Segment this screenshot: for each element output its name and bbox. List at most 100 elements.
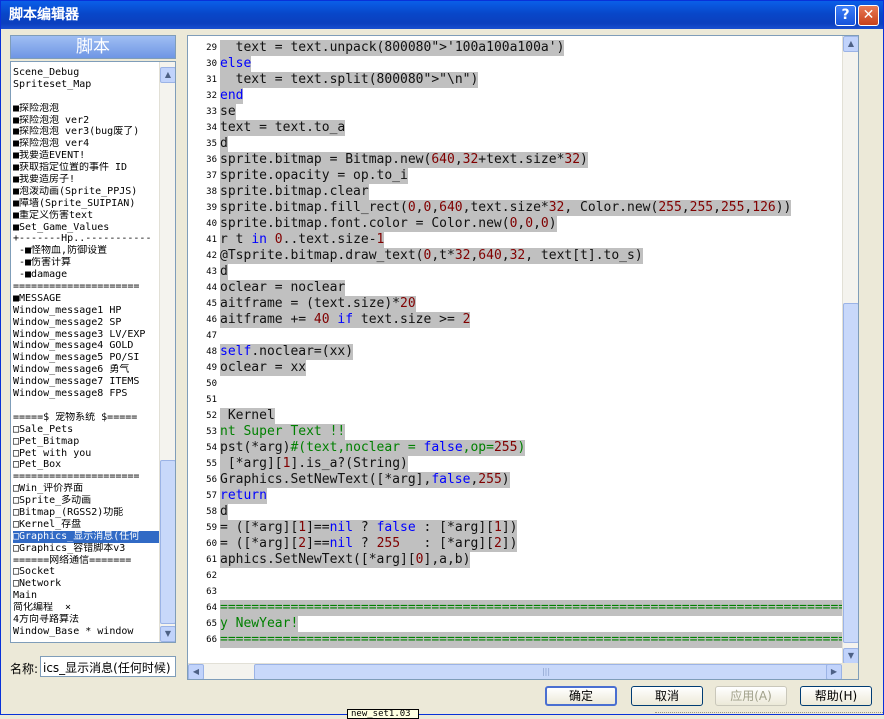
- code-line[interactable]: d: [220, 504, 228, 520]
- code-line[interactable]: d: [220, 264, 228, 280]
- list-item[interactable]: [13, 400, 161, 412]
- list-item[interactable]: ■探险泡泡 ver3(bug废了): [13, 126, 161, 138]
- code-line[interactable]: else: [220, 56, 252, 72]
- list-item[interactable]: □Graphics_显示消息(任何: [13, 530, 161, 543]
- list-item[interactable]: ■获取指定位置的事件 ID: [13, 162, 161, 174]
- code-line[interactable]: end: [220, 88, 244, 104]
- code-line[interactable]: Kernel: [220, 408, 275, 424]
- code-line[interactable]: y NewYear!: [220, 616, 299, 632]
- list-item[interactable]: ■泡泼动画(Sprite_PPJS): [13, 186, 161, 198]
- code-line[interactable]: pst(*arg)#(text,noclear = false,op=255): [220, 440, 526, 456]
- list-item[interactable]: Window_message4 GOLD: [13, 340, 161, 352]
- list-item[interactable]: Window_message6 勇气: [13, 364, 161, 376]
- help-title-button[interactable]: ?: [835, 5, 856, 26]
- list-item[interactable]: ■探险泡泡 ver4: [13, 138, 161, 150]
- code-line[interactable]: self.noclear=(xx): [220, 344, 354, 360]
- list-item[interactable]: □Pet_Box: [13, 459, 161, 471]
- list-item[interactable]: Window_message2 SP: [13, 317, 161, 329]
- list-item[interactable]: ■MESSAGE: [13, 293, 161, 305]
- list-item[interactable]: 4方向寻路算法: [13, 614, 161, 626]
- list-item[interactable]: □Socket: [13, 566, 161, 578]
- code-editor[interactable]: 29 30 31 32 33 34 35 36 37 38 39 40 41 42 43 44 45 46 47 48…: [187, 35, 859, 680]
- code-line[interactable]: return: [220, 488, 267, 504]
- list-item[interactable]: □Sprite_多动画: [13, 495, 161, 507]
- list-item[interactable]: Window_Base * window: [13, 626, 161, 638]
- list-item[interactable]: Spriteset_Map: [13, 79, 161, 91]
- list-item[interactable]: □Win_评价界面: [13, 483, 161, 495]
- list-item[interactable]: □Graphics_容错脚本v3: [13, 543, 161, 555]
- list-item[interactable]: -■伤害计算: [13, 257, 161, 269]
- title-bar[interactable]: 脚本编辑器 ? ✕: [1, 1, 883, 29]
- code-line[interactable]: sprite.bitmap.font.color = Color.new(0,0…: [220, 216, 557, 232]
- editor-hscroll-thumb[interactable]: |||: [254, 664, 838, 679]
- code-area[interactable]: text = text.unpack(800080">'100a100a100a…: [220, 36, 842, 664]
- apply-button[interactable]: 应用(A): [715, 686, 787, 706]
- list-item[interactable]: =====================: [13, 281, 161, 293]
- list-item[interactable]: Window_message7 ITEMS: [13, 376, 161, 388]
- list-item[interactable]: Window_message3 LV/EXP: [13, 329, 161, 341]
- code-line[interactable]: ========================================…: [220, 632, 842, 648]
- list-item[interactable]: □Pet_Bitmap: [13, 436, 161, 448]
- script-name-input[interactable]: ics_显示消息(任何时候): [40, 656, 176, 677]
- list-item[interactable]: =====================: [13, 471, 161, 483]
- code-line[interactable]: sprite.bitmap.clear: [220, 184, 369, 200]
- list-item[interactable]: [13, 91, 161, 103]
- editor-vertical-scrollbar[interactable]: ▲ ▼: [842, 36, 858, 664]
- code-line[interactable]: [*arg][1].is_a?(String): [220, 456, 408, 472]
- code-line[interactable]: ========================================…: [220, 600, 842, 616]
- close-icon[interactable]: ✕: [858, 5, 879, 26]
- code-line[interactable]: aphics.SetNewText([*arg][0],a,b): [220, 552, 471, 568]
- list-item[interactable]: -■damage: [13, 269, 161, 281]
- scroll-right-icon[interactable]: ▶: [826, 664, 842, 679]
- list-item[interactable]: ======网络通信=======: [13, 555, 161, 567]
- help-button[interactable]: 帮助(H): [800, 686, 872, 706]
- code-line[interactable]: d: [220, 136, 228, 152]
- list-item[interactable]: ■我要造EVENT!: [13, 150, 161, 162]
- code-line[interactable]: sprite.opacity = op.to_i: [220, 168, 408, 184]
- cancel-button[interactable]: 取消: [631, 686, 703, 706]
- list-item[interactable]: ■障墙(Sprite_SUIPIAN): [13, 198, 161, 210]
- code-line[interactable]: aitframe += 40 if text.size >= 2: [220, 312, 471, 328]
- code-line[interactable]: nt Super Text !!: [220, 424, 346, 440]
- list-item[interactable]: □Kernel_存盘: [13, 519, 161, 531]
- ok-button[interactable]: 确定: [545, 686, 617, 706]
- editor-horizontal-scrollbar[interactable]: ◀ ||| ▶: [188, 663, 842, 679]
- list-item[interactable]: □Bitmap_(RGSS2)功能: [13, 507, 161, 519]
- list-item[interactable]: □Pet with you: [13, 448, 161, 460]
- code-line[interactable]: Graphics.SetNewText([*arg],false,255): [220, 472, 510, 488]
- code-line[interactable]: text = text.unpack(800080">'100a100a100a…: [220, 40, 565, 56]
- script-list-scroll-thumb[interactable]: [160, 460, 175, 624]
- list-item[interactable]: -■怪物血,防御设置: [13, 245, 161, 257]
- code-line[interactable]: se: [220, 104, 236, 120]
- scroll-left-icon[interactable]: ◀: [188, 664, 204, 679]
- list-item[interactable]: Window_message5 PO/SI: [13, 352, 161, 364]
- script-list[interactable]: Scene_Debug Spriteset_Map ■探险泡泡 ■探险泡泡 ver2 ■…: [10, 61, 176, 643]
- code-line[interactable]: text = text.split(800080">"\n"): [220, 72, 479, 88]
- script-list-scrollbar[interactable]: ▲ ▼: [159, 62, 175, 642]
- list-item[interactable]: 简化编程 ×: [13, 602, 161, 614]
- scroll-down-icon[interactable]: ▼: [160, 626, 175, 642]
- code-line[interactable]: sprite.bitmap = Bitmap.new(640,32+text.s…: [220, 152, 588, 168]
- list-item[interactable]: Main: [13, 590, 161, 602]
- list-item[interactable]: □Network: [13, 578, 161, 590]
- editor-scroll-thumb[interactable]: [843, 303, 858, 643]
- editor-scroll-down-icon[interactable]: ▼: [843, 648, 858, 664]
- list-item[interactable]: Scene_Debug: [13, 67, 161, 79]
- list-item[interactable]: Window_message1 HP: [13, 305, 161, 317]
- list-item[interactable]: ■重定义伤害text: [13, 210, 161, 222]
- code-line[interactable]: r t in 0..text.size-1: [220, 232, 385, 248]
- code-line[interactable]: aitframe = (text.size)*20: [220, 296, 416, 312]
- list-item[interactable]: =====$ 宠物系统 $=====: [13, 412, 161, 424]
- code-line[interactable]: oclear = xx: [220, 360, 307, 376]
- list-item[interactable]: ■探险泡泡 ver2: [13, 115, 161, 127]
- list-item[interactable]: ■探险泡泡: [13, 103, 161, 115]
- code-line[interactable]: @Tsprite.bitmap.draw_text(0,t*32,640,32,…: [220, 248, 643, 264]
- code-line[interactable]: oclear = noclear: [220, 280, 346, 296]
- list-item[interactable]: ■我要造房子!: [13, 174, 161, 186]
- scroll-up-icon[interactable]: ▲: [160, 67, 175, 83]
- code-line[interactable]: text = text.to_a: [220, 120, 346, 136]
- list-item[interactable]: +-------Hp..-----------: [13, 233, 161, 245]
- code-line[interactable]: = ([*arg][1]==nil ? false : [*arg][1]): [220, 520, 518, 536]
- code-line[interactable]: sprite.bitmap.fill_rect(0,0,640,text.siz…: [220, 200, 792, 216]
- code-line[interactable]: = ([*arg][2]==nil ? 255 : [*arg][2]): [220, 536, 518, 552]
